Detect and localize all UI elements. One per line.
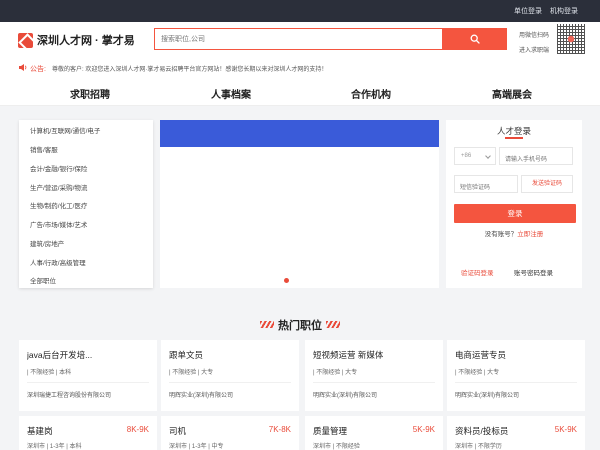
job-company[interactable]: 明辉实业(深圳)有限公司 [455,390,519,399]
notice-bar: 公告: 尊敬的客户: 欢迎您进入深圳人才网·掌才易云招聘平台官方网站！感谢您长期… [0,60,600,76]
job-tags: 深圳市 | 1-3年 | 本科 [27,444,82,450]
institution-login-link[interactable]: 机构登录 [550,6,578,16]
qr-code-icon [557,24,585,54]
country-code-select[interactable]: +86 [454,147,496,165]
job-salary: 5K-9K [554,425,577,434]
tab-code-login[interactable]: 验证码登录 [461,267,494,277]
slash-decoration-icon [260,321,274,329]
nav-high-end-fair[interactable]: 高端展会 [492,86,532,101]
scan-hint-line2: 进入求职端 [519,48,550,54]
phone-field-wrapper [499,147,573,168]
no-account-text: 没有账号？ [484,231,518,238]
job-card[interactable]: 跟单文员 | 不限经验 | 大专 明辉实业(深圳)有限公司 [161,340,299,411]
category-item[interactable]: 生产/营运/采购/物流 [30,182,87,192]
top-links: 单位登录 机构登录 [514,6,578,16]
job-company[interactable]: 明辉实业(深圳)有限公司 [313,390,377,399]
hot-jobs-title: 热门职位 [278,319,322,332]
header: 深圳人才网 · 掌才易 用微信扫码 进入求职端 [0,22,600,60]
job-tags: 深圳市 | 不限学历 [455,444,502,450]
job-company[interactable]: 深圳瑞捷工程咨询股份有限公司 [27,390,111,399]
job-title: 质量管理 [313,426,348,436]
job-tags: | 不限经验 | 大专 [313,370,358,376]
sms-code-input[interactable] [455,180,517,196]
banner-carousel[interactable] [160,120,439,288]
job-tags: | 不限经验 | 本科 [27,370,72,376]
job-category-panel: 计算机/互联网/通信/电子 销售/客服 会计/金融/银行/保险 生产/营运/采购… [19,120,153,288]
job-company[interactable]: 明辉实业(深圳)有限公司 [169,390,233,399]
job-salary: 8K-9K [126,425,149,434]
job-card[interactable]: 司机 7K-8K 深圳市 | 1-3年 | 中专 [161,416,299,450]
register-link[interactable]: 立即注册 [517,231,543,238]
job-card[interactable]: java后台开发培... | 不限经验 | 本科 深圳瑞捷工程咨询股份有限公司 [19,340,157,411]
top-bar: 单位登录 机构登录 [0,0,600,22]
category-item[interactable]: 会计/金融/银行/保险 [30,163,87,173]
job-card[interactable]: 基建岗 8K-9K 深圳市 | 1-3年 | 本科 [19,416,157,450]
category-item[interactable]: 计算机/互联网/通信/电子 [30,125,100,135]
category-item[interactable]: 销售/客服 [30,144,58,154]
job-salary: 7K-8K [268,425,291,434]
search-box [154,28,444,50]
nav-job-recruit[interactable]: 求职招聘 [70,86,110,101]
country-code-value: +86 [461,153,472,159]
job-title: 司机 [169,426,187,436]
job-tags: | 不限经验 | 大专 [169,370,214,376]
slash-decoration-icon [326,321,340,329]
register-hint: 没有账号？立即注册 [446,228,582,238]
logo[interactable]: 深圳人才网 · 掌才易 [18,32,135,48]
login-title: 人才登录 [496,126,531,136]
logo-text: 深圳人才网 · 掌才易 [37,35,135,47]
job-title: java后台开发培... [27,350,93,360]
card-divider [27,382,149,383]
job-title: 电商运营专员 [455,350,507,360]
search-button[interactable] [442,28,507,50]
hot-jobs-heading: 热门职位 [0,316,600,334]
employer-login-link[interactable]: 单位登录 [514,6,542,16]
category-item[interactable]: 建筑/房地产 [30,238,64,248]
search-icon [470,34,480,44]
job-salary: 5K-9K [412,425,435,434]
send-code-button[interactable]: 发送验证码 [521,175,573,193]
notice-label: 公告: [30,66,46,73]
code-field-wrapper [454,175,518,196]
category-item[interactable]: 广告/市场/媒体/艺术 [30,219,87,229]
nav-partner-institutions[interactable]: 合作机构 [351,86,391,101]
tab-password-login[interactable]: 账号密码登录 [514,267,553,277]
category-item[interactable]: 人事/行政/高级管理 [30,257,86,267]
job-title: 资料员/投标员 [455,426,509,436]
job-title: 基建岗 [27,426,53,436]
search-input[interactable] [155,29,443,49]
login-button[interactable]: 登录 [454,204,576,223]
main-nav: 求职招聘 人事档案 合作机构 高端展会 [0,76,600,106]
carousel-indicator[interactable] [284,278,289,283]
job-tags: | 不限经验 | 大专 [455,370,500,376]
job-tags: 深圳市 | 不限经验 [313,444,360,450]
category-item-all[interactable]: 全部职位 [30,275,56,285]
job-tags: 深圳市 | 1-3年 | 中专 [169,444,224,450]
card-divider [169,382,291,383]
category-item[interactable]: 生物/制药/化工/医疗 [30,200,87,210]
job-card[interactable]: 质量管理 5K-9K 深圳市 | 不限经验 [305,416,443,450]
job-title: 短视频运营 新媒体 [313,350,384,360]
phone-input[interactable] [500,152,572,168]
wechat-scan-hint: 用微信扫码 进入求职端 [519,30,549,54]
chevron-down-icon [485,153,491,159]
logo-icon [18,32,33,48]
job-card[interactable]: 短视频运营 新媒体 | 不限经验 | 大专 明辉实业(深圳)有限公司 [305,340,443,411]
title-underline [505,137,523,139]
talent-login-box: 人才登录 +86 发送验证码 登录 没有账号？立即注册 验证码登录 账号密码登录 [446,120,582,288]
job-card[interactable]: 电商运营专员 | 不限经验 | 大专 明辉实业(深圳)有限公司 [447,340,585,411]
card-divider [455,382,577,383]
job-title: 跟单文员 [169,350,204,360]
notice-text: 尊敬的客户: 欢迎您进入深圳人才网·掌才易云招聘平台官方网站！感谢您长期以来对深… [52,67,328,73]
banner-image [160,120,439,147]
job-card[interactable]: 资料员/投标员 5K-9K 深圳市 | 不限学历 [447,416,585,450]
scan-hint-line1: 用微信扫码 [519,33,550,39]
horn-icon [19,64,27,71]
card-divider [313,382,435,383]
nav-personnel-files[interactable]: 人事档案 [211,86,251,101]
